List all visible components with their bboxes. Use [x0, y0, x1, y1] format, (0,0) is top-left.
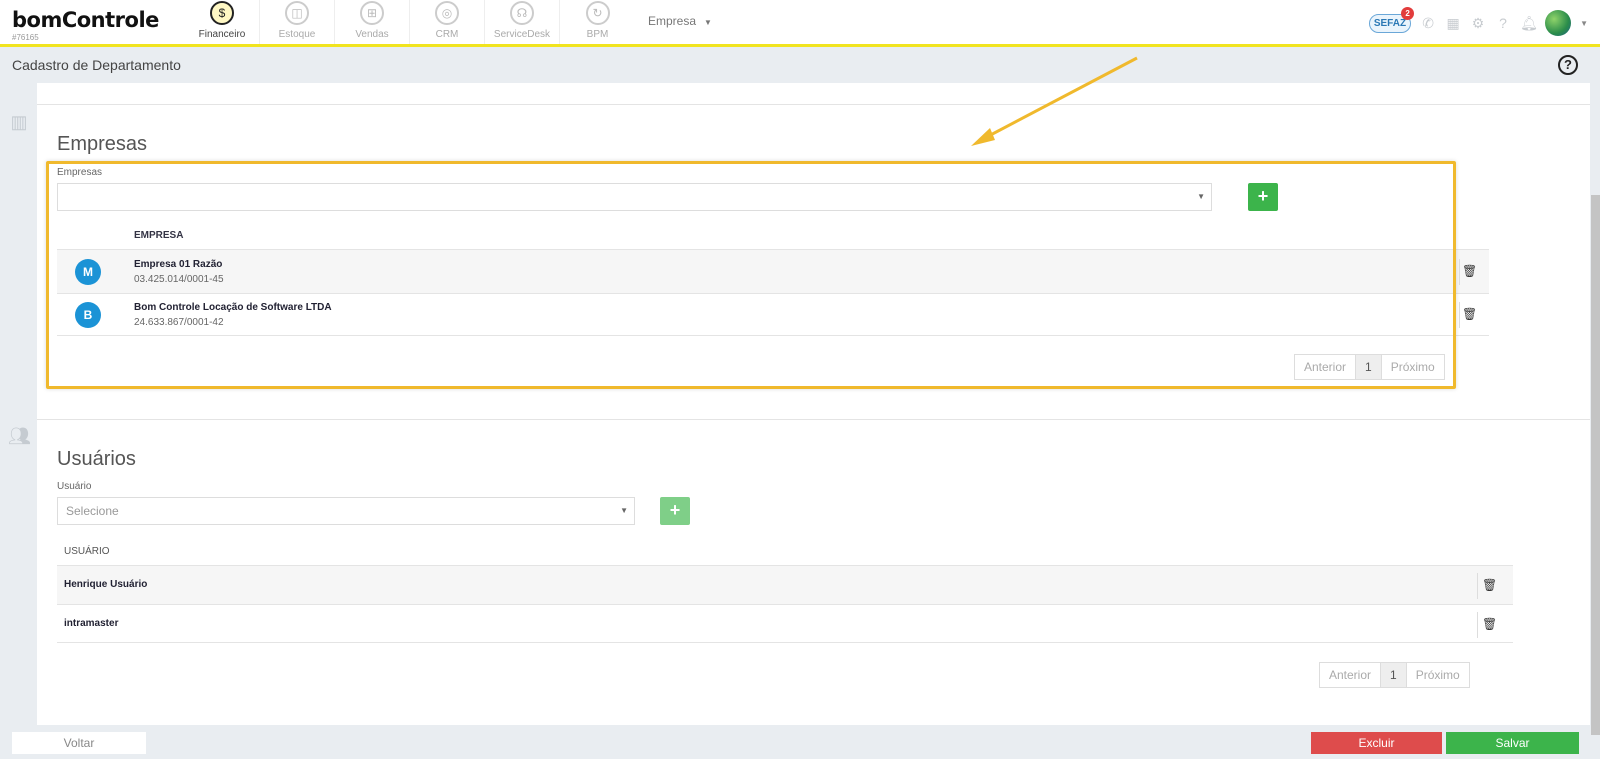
- next-page-button[interactable]: Próximo: [1382, 355, 1444, 379]
- nav-label: CRM: [435, 29, 459, 40]
- nav-label: ServiceDesk: [493, 29, 551, 40]
- help-circle-icon[interactable]: ?: [1495, 15, 1511, 31]
- headset-icon: ☊: [510, 1, 534, 25]
- dollar-icon: $: [210, 1, 234, 25]
- nav-vendas[interactable]: ⊞ Vendas: [335, 0, 410, 44]
- company-initial: M: [75, 259, 101, 285]
- usuarios-field-label: Usuário: [57, 481, 92, 492]
- header-actions: SEFAZ 2 ✆ ▦ ⚙ ? 🔔︎ ▼: [1368, 6, 1588, 38]
- cycle-icon: ↻: [585, 1, 610, 25]
- company-menu[interactable]: Empresa ▼: [648, 14, 712, 28]
- back-button[interactable]: Voltar: [12, 732, 146, 754]
- app-logo[interactable]: bomControle: [12, 8, 159, 32]
- nav-financeiro[interactable]: $ Financeiro: [185, 0, 260, 44]
- nav-label: Vendas: [355, 29, 389, 40]
- usuario-column-header: USUÁRIO: [64, 546, 110, 557]
- usuarios-pagination: Anterior 1 Próximo: [1319, 662, 1470, 688]
- empresas-select[interactable]: ▼: [57, 183, 1212, 211]
- divider: [1459, 259, 1460, 285]
- whatsapp-icon[interactable]: ✆: [1420, 15, 1436, 31]
- caret-down-icon: ▼: [1197, 192, 1205, 201]
- top-bar: bomControle #76165 $ Financeiro ◫ Estoqu…: [0, 0, 1600, 47]
- user-name: Henrique Usuário: [64, 579, 148, 590]
- nav-label: Financeiro: [198, 29, 246, 40]
- company-cnpj: 03.425.014/0001-45: [134, 274, 224, 285]
- nav-label: Estoque: [278, 29, 316, 40]
- page-number[interactable]: 1: [1380, 663, 1407, 687]
- divider: [1459, 302, 1460, 328]
- company-initial: B: [75, 302, 101, 328]
- caret-down-icon: ▼: [704, 18, 712, 27]
- usuarios-section-title: Usuários: [57, 448, 136, 470]
- next-page-button[interactable]: Próximo: [1407, 663, 1469, 687]
- main-content: Empresas Empresas ▼ + EMPRESA M Empresa …: [37, 83, 1590, 725]
- company-cnpj: 24.633.867/0001-42: [134, 317, 224, 328]
- table-row[interactable]: M Empresa 01 Razão 03.425.014/0001-45 🗑︎: [57, 249, 1489, 293]
- save-button[interactable]: Salvar: [1446, 732, 1579, 754]
- bell-icon[interactable]: 🔔︎: [1520, 15, 1538, 31]
- calendar-icon[interactable]: ▦: [1445, 15, 1461, 31]
- users-icon: 👥︎: [8, 426, 31, 446]
- box-icon: ◫: [285, 1, 309, 25]
- company-name: Bom Controle Locação de Software LTDA: [134, 302, 332, 313]
- add-usuario-button[interactable]: +: [660, 497, 690, 525]
- notification-badge: 2: [1401, 6, 1415, 20]
- target-icon: ◎: [435, 1, 459, 25]
- gear-icon[interactable]: ⚙: [1470, 15, 1486, 31]
- empresas-field-label: Empresas: [57, 167, 103, 178]
- delete-button[interactable]: Excluir: [1311, 732, 1442, 754]
- user-name: intramaster: [64, 618, 119, 629]
- empresa-column-header: EMPRESA: [134, 230, 184, 241]
- table-row[interactable]: Henrique Usuário 🗑︎: [57, 565, 1513, 604]
- usuario-select-placeholder: Selecione: [66, 504, 119, 518]
- divider: [1477, 612, 1478, 638]
- nav-bpm[interactable]: ↻ BPM: [560, 0, 635, 44]
- table-row[interactable]: B Bom Controle Locação de Software LTDA …: [57, 293, 1489, 336]
- trash-icon[interactable]: 🗑︎: [1462, 264, 1477, 278]
- help-icon[interactable]: ?: [1558, 55, 1578, 75]
- add-empresa-button[interactable]: +: [1248, 183, 1278, 211]
- building-icon: ▥: [10, 112, 28, 132]
- usuario-select[interactable]: Selecione ▼: [57, 497, 635, 525]
- company-menu-label: Empresa: [648, 14, 697, 28]
- nav-label: BPM: [586, 29, 609, 40]
- divider: [37, 104, 1590, 105]
- module-nav: $ Financeiro ◫ Estoque ⊞ Vendas ◎ CRM ☊ …: [185, 0, 635, 44]
- sefaz-label: SEFAZ: [1373, 17, 1407, 29]
- scrollbar[interactable]: [1591, 195, 1600, 735]
- prev-page-button[interactable]: Anterior: [1295, 355, 1355, 379]
- nav-estoque[interactable]: ◫ Estoque: [260, 0, 335, 44]
- trash-icon[interactable]: 🗑︎: [1482, 578, 1497, 592]
- trash-icon[interactable]: 🗑︎: [1462, 307, 1477, 321]
- cart-icon: ⊞: [360, 1, 384, 25]
- sefaz-button[interactable]: SEFAZ 2: [1368, 6, 1415, 33]
- empresas-pagination: Anterior 1 Próximo: [1294, 354, 1445, 380]
- prev-page-button[interactable]: Anterior: [1320, 663, 1380, 687]
- nav-servicedesk[interactable]: ☊ ServiceDesk: [485, 0, 560, 44]
- divider: [1477, 573, 1478, 599]
- empresas-section-title: Empresas: [57, 133, 148, 155]
- trash-icon[interactable]: 🗑︎: [1482, 617, 1497, 631]
- nav-crm[interactable]: ◎ CRM: [410, 0, 485, 44]
- chevron-down-icon[interactable]: ▼: [1580, 19, 1588, 28]
- page-title: Cadastro de Departamento: [12, 57, 181, 73]
- divider: [37, 419, 1590, 420]
- avatar[interactable]: [1545, 10, 1572, 36]
- company-name: Empresa 01 Razão: [134, 259, 223, 270]
- caret-down-icon: ▼: [620, 506, 628, 515]
- page-header: Cadastro de Departamento ?: [0, 47, 1600, 83]
- table-row[interactable]: intramaster 🗑︎: [57, 604, 1513, 643]
- account-code: #76165: [12, 33, 39, 42]
- page-number[interactable]: 1: [1355, 355, 1382, 379]
